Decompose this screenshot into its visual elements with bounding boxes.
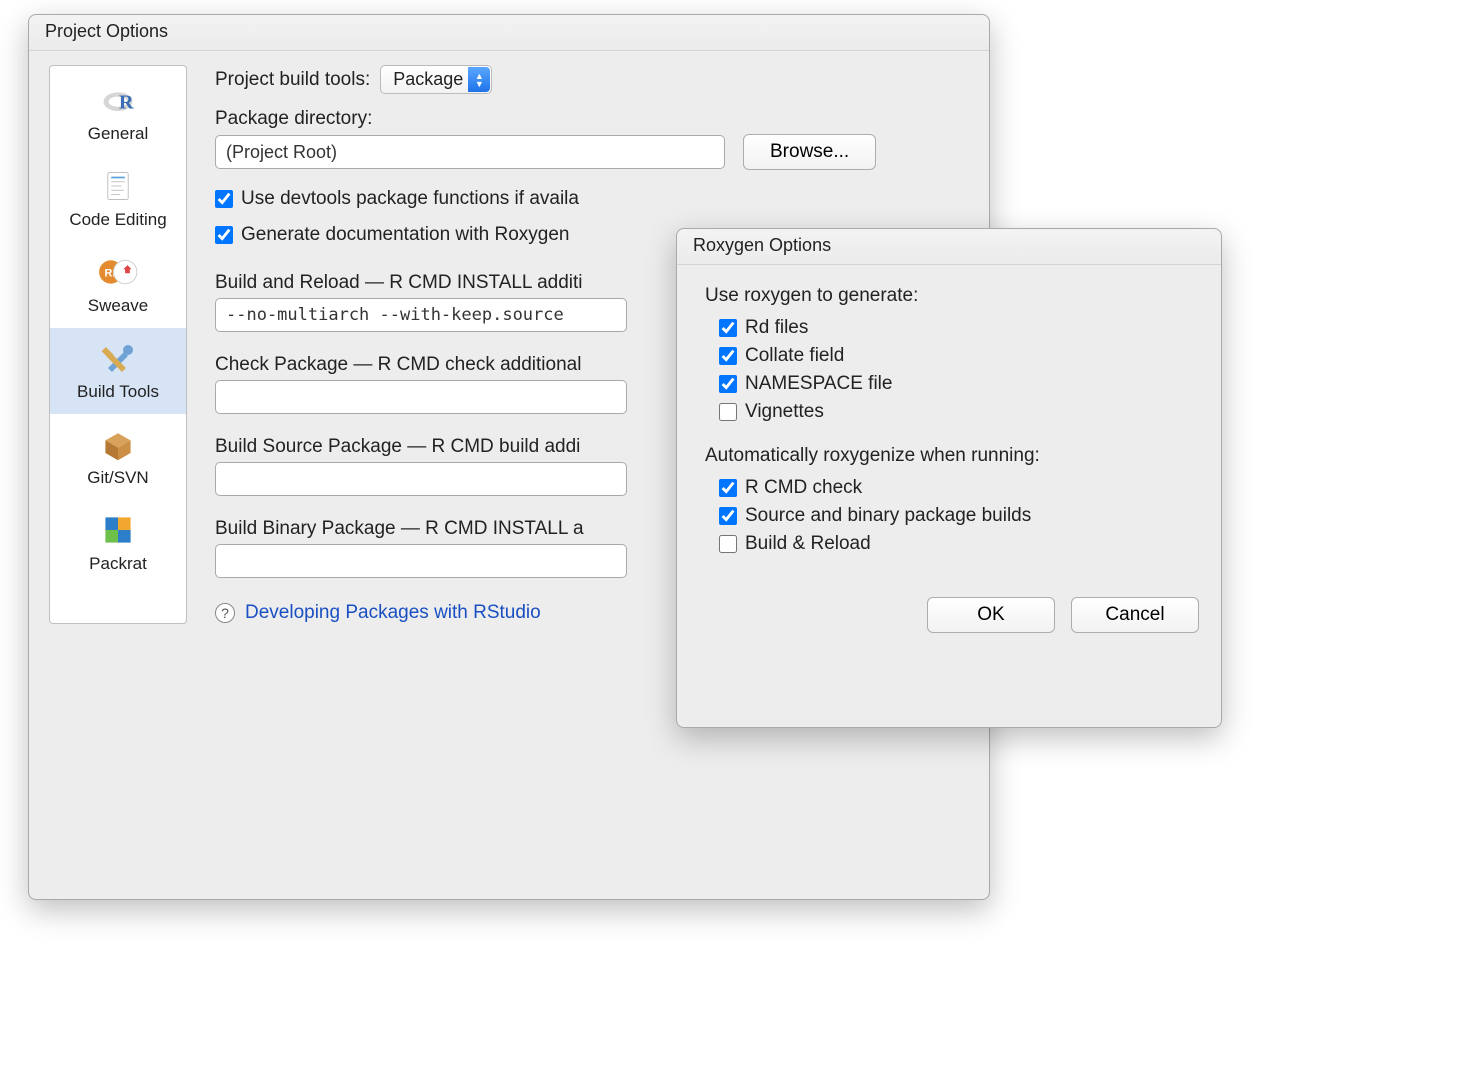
help-icon: ? [215, 603, 235, 623]
gen-roxygen-checkbox[interactable] [215, 226, 233, 244]
tools-icon [96, 338, 140, 378]
rox-gen-rd-label: Rd files [745, 317, 808, 339]
rox-gen-namespace-label: NAMESPACE file [745, 373, 892, 395]
rox-auto-srcbin-checkbox[interactable] [719, 507, 737, 525]
rox-auto-check-label: R CMD check [745, 477, 862, 499]
rox-auto-reload-checkbox[interactable] [719, 535, 737, 553]
sidebar-item-label: Packrat [89, 554, 147, 574]
build-tools-value: Package [393, 69, 463, 89]
options-sidebar: R General Code Editing Rnw Sweave [49, 65, 187, 624]
help-link[interactable]: Developing Packages with RStudio [245, 602, 541, 624]
rox-gen-rd-checkbox[interactable] [719, 319, 737, 337]
sidebar-item-general[interactable]: R General [50, 70, 186, 156]
browse-button[interactable]: Browse... [743, 134, 876, 170]
r-logo-icon: R [96, 80, 140, 120]
gen-roxygen-label: Generate documentation with Roxygen [241, 224, 569, 246]
roxygen-auto-label: Automatically roxygenize when running: [705, 445, 1193, 467]
roxygen-body: Use roxygen to generate: Rd files Collat… [677, 265, 1221, 597]
build-tools-dropdown[interactable]: Package ▲▼ [380, 65, 492, 94]
rox-auto-reload-label: Build & Reload [745, 533, 871, 555]
project-options-title: Project Options [29, 15, 989, 51]
sidebar-item-build-tools[interactable]: Build Tools [50, 328, 186, 414]
rox-gen-collate-label: Collate field [745, 345, 844, 367]
sidebar-item-sweave[interactable]: Rnw Sweave [50, 242, 186, 328]
rox-auto-check-checkbox[interactable] [719, 479, 737, 497]
build-src-field[interactable] [215, 462, 627, 496]
sidebar-item-label: Build Tools [77, 382, 159, 402]
roxygen-gen-label: Use roxygen to generate: [705, 285, 1193, 307]
box-icon [96, 424, 140, 464]
svg-text:R: R [119, 92, 134, 114]
sidebar-item-git-svn[interactable]: Git/SVN [50, 414, 186, 500]
roxygen-ok-button[interactable]: OK [927, 597, 1055, 633]
pkg-dir-label: Package directory: [215, 108, 957, 130]
build-reload-field[interactable] [215, 298, 627, 332]
sidebar-item-label: Sweave [88, 296, 148, 316]
rox-auto-srcbin-label: Source and binary package builds [745, 505, 1031, 527]
chevron-updown-icon: ▲▼ [468, 67, 490, 92]
sidebar-item-packrat[interactable]: Packrat [50, 500, 186, 586]
sidebar-item-label: General [88, 124, 148, 144]
check-pkg-field[interactable] [215, 380, 627, 414]
use-devtools-label: Use devtools package functions if availa [241, 188, 579, 210]
roxygen-title: Roxygen Options [677, 229, 1221, 265]
sidebar-item-label: Code Editing [69, 210, 166, 230]
rox-gen-vignettes-checkbox[interactable] [719, 403, 737, 421]
roxygen-cancel-button[interactable]: Cancel [1071, 597, 1199, 633]
pkg-dir-field[interactable] [215, 135, 725, 169]
rox-gen-vignettes-label: Vignettes [745, 401, 824, 423]
rox-gen-collate-checkbox[interactable] [719, 347, 737, 365]
roxygen-options-window: Roxygen Options Use roxygen to generate:… [676, 228, 1222, 728]
rox-gen-namespace-checkbox[interactable] [719, 375, 737, 393]
use-devtools-checkbox[interactable] [215, 190, 233, 208]
build-bin-field[interactable] [215, 544, 627, 578]
packrat-icon [96, 510, 140, 550]
sidebar-item-code-editing[interactable]: Code Editing [50, 156, 186, 242]
build-tools-label: Project build tools: [215, 69, 370, 91]
document-code-icon [96, 166, 140, 206]
sidebar-item-label: Git/SVN [87, 468, 148, 488]
sweave-icon: Rnw [96, 252, 140, 292]
